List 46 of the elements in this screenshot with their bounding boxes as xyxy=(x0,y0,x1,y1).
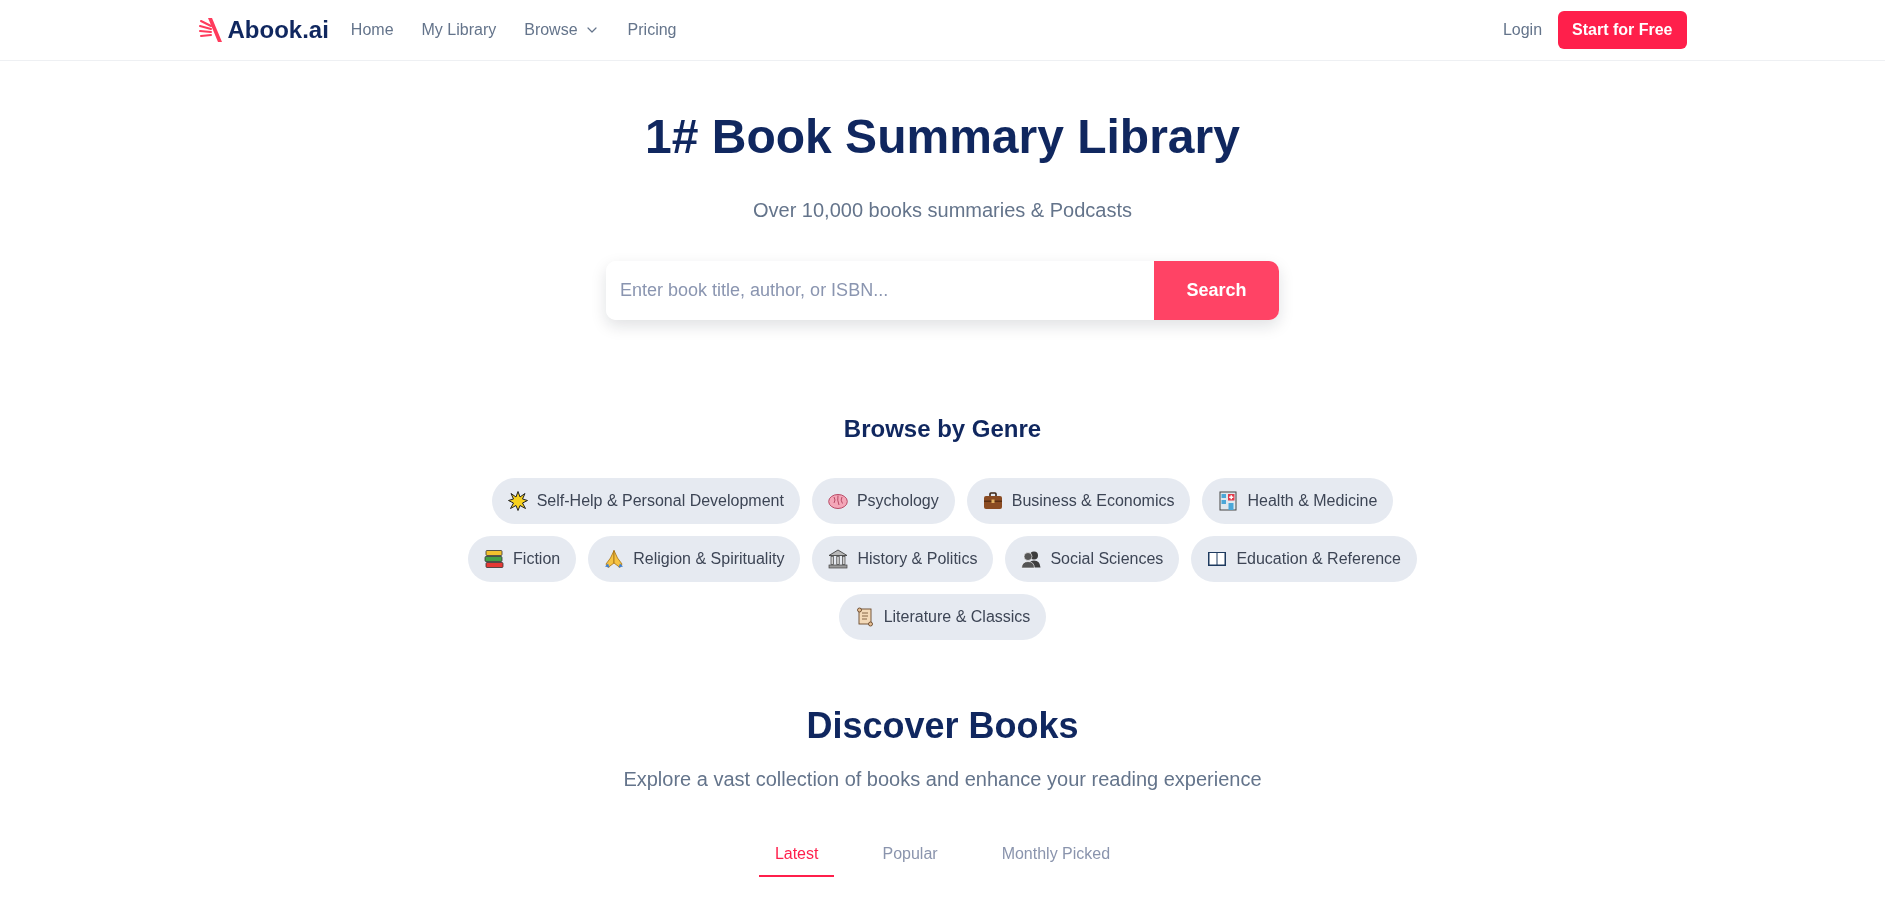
genre-chip[interactable]: Psychology xyxy=(811,478,955,524)
genre-label: Education & Reference xyxy=(1236,549,1401,569)
tab[interactable]: Latest xyxy=(758,832,835,877)
brain-icon xyxy=(827,491,848,511)
hospital-icon xyxy=(1218,491,1239,511)
genre-chip[interactable]: Business & Economics xyxy=(966,478,1191,524)
genre-label: Psychology xyxy=(856,491,939,511)
nav-link[interactable]: Home xyxy=(350,18,394,42)
genre-label: Religion & Spirituality xyxy=(633,549,785,569)
briefcase-icon xyxy=(982,491,1003,511)
logo-icon xyxy=(198,17,223,43)
genre-chip[interactable]: Self-Help & Personal Development xyxy=(491,478,800,524)
people-icon xyxy=(1021,549,1042,569)
genre-label: Social Sciences xyxy=(1050,549,1164,569)
genre-label: Literature & Classics xyxy=(883,607,1031,627)
nav-dropdown[interactable]: Browse xyxy=(524,18,600,42)
scroll-icon xyxy=(854,607,875,627)
genre-chip[interactable]: History & Politics xyxy=(812,536,994,582)
genre-chip[interactable]: Fiction xyxy=(468,536,577,582)
genre-label: History & Politics xyxy=(857,549,978,569)
logo-link[interactable]: Abook.ai xyxy=(198,12,329,48)
login-link[interactable]: Login xyxy=(1502,18,1543,42)
genre-chip[interactable]: Religion & Spirituality xyxy=(588,536,801,582)
page-subtitle: Over 10,000 books summaries & Podcasts xyxy=(752,198,1133,223)
genre-label: Health & Medicine xyxy=(1247,491,1378,511)
discover-subtitle: Explore a vast collection of books and enhance your reading experience xyxy=(623,767,1262,792)
genre-label: Self-Help & Personal Development xyxy=(536,491,784,511)
genre-chip[interactable]: Education & Reference xyxy=(1191,536,1417,582)
praying-hands-icon xyxy=(604,549,625,569)
genre-chip[interactable]: Social Sciences xyxy=(1005,536,1180,582)
page-title: 1# Book Summary Library xyxy=(645,113,1240,161)
star-burst-icon xyxy=(507,491,528,511)
books-icon xyxy=(484,549,505,569)
columns-building-icon xyxy=(828,549,849,569)
search-field[interactable]: Enter book title, author, or ISBN... xyxy=(606,261,1154,320)
open-book-icon xyxy=(1207,549,1228,569)
discover-heading: Discover Books xyxy=(806,706,1079,746)
genre-chip[interactable]: Health & Medicine xyxy=(1202,478,1394,524)
genre-label: Fiction xyxy=(513,549,561,569)
nav-link[interactable]: My Library xyxy=(421,18,497,42)
genre-heading: Browse by Genre xyxy=(843,414,1042,444)
genre-chip[interactable]: Literature & Classics xyxy=(838,594,1047,640)
start-free-button[interactable]: Start for Free xyxy=(1558,11,1687,49)
nav-link[interactable]: Pricing xyxy=(627,18,677,42)
logo-text: Abook.ai xyxy=(227,15,329,45)
genre-label: Business & Economics xyxy=(1011,491,1175,511)
